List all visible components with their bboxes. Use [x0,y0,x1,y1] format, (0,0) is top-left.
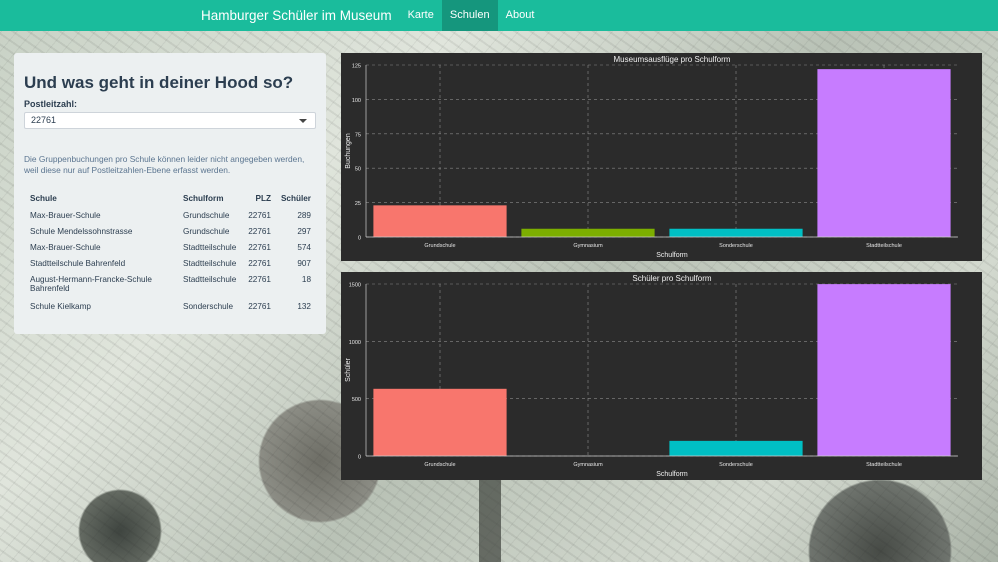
table-row: Stadtteilschule Bahrenfeld Stadtteilschu… [28,259,311,275]
y-axis-label: Buchungen [345,133,352,169]
chart-title: Schüler pro Schulform [632,274,711,283]
x-tick-label: Grundschule [424,243,455,249]
booking-note: Die Gruppenbuchungen pro Schule können l… [24,154,305,175]
cell-schule: Max-Brauer-Schule [30,243,101,252]
y-tick-label: 25 [355,201,361,207]
x-axis-label: Schulform [656,252,688,259]
cell-schueler: 132 [297,302,311,311]
sidebar-panel: Und was geht in deiner Hood so? Postleit… [14,53,326,334]
y-tick-label: 50 [355,167,361,173]
cell-schueler: 574 [297,243,311,252]
cell-schulform: Stadtteilschule [183,259,237,268]
table-row: August-Hermann-Francke-Schule Bahrenfeld… [28,275,311,302]
postcode-label: Postleitzahl: [24,99,78,109]
x-tick-label: Gymnasium [573,462,603,468]
cell-plz: 22761 [248,259,271,268]
bar-gymnasium [521,228,655,237]
cell-schueler: 907 [297,259,311,268]
table-row: Max-Brauer-Schule Grundschule 22761 289 [28,211,311,227]
navbar: Hamburger Schüler im Museum Karte Schule… [0,0,998,31]
cell-schulform: Grundschule [183,227,230,236]
cell-schule: August-Hermann-Francke-Schule Bahrenfeld [30,275,152,293]
y-tick-label: 1500 [349,283,361,289]
y-tick-label: 500 [352,397,361,403]
x-tick-label: Sonderschule [719,462,753,468]
x-axis-label: Schulform [656,471,688,478]
cell-plz: 22761 [248,227,271,236]
bar-stadtteilschule [817,69,951,238]
navbar-brand[interactable]: Hamburger Schüler im Museum [201,0,392,31]
cell-schueler: 18 [301,275,311,284]
caret-down-icon [299,119,307,123]
header-schulform[interactable]: Schulform [181,194,243,211]
chart-card-bookings: 0 25 50 75 100 125 Grundschule Gymnasium Sonders… [341,53,982,261]
x-tick-label: Stadtteilschule [866,462,902,468]
table-row: Schule Kielkamp Sonderschule 22761 132 [28,302,311,318]
bar-grundschule [373,205,507,237]
table-row: Max-Brauer-Schule Stadtteilschule 22761 … [28,243,311,259]
y-axis-label: Schüler [345,357,352,381]
cell-plz: 22761 [248,243,271,252]
y-tick-label: 125 [352,64,361,70]
header-plz[interactable]: PLZ [243,194,271,211]
bar-grundschule [373,388,507,456]
cell-plz: 22761 [248,211,271,220]
cell-schulform: Stadtteilschule [183,243,237,252]
y-tick-label: 100 [352,98,361,104]
y-tick-label: 75 [355,132,361,138]
schools-table: Schule Schulform PLZ Schüler Max-Brauer-… [28,194,311,318]
cell-plz: 22761 [248,275,271,284]
chart-card-students: 0 500 1000 1500 Grundschule Gymnasium Sondersc… [341,272,982,480]
cell-schulform: Sonderschule [183,302,234,311]
x-tick-label: Sonderschule [719,243,753,249]
cell-schule: Schule Mendelssohnstrasse [30,227,133,236]
cell-schulform: Stadtteilschule [183,275,237,284]
y-tick-label: 1000 [349,340,361,346]
y-tick-label: 0 [358,236,361,242]
cell-schueler: 297 [297,227,311,236]
sidebar-title: Und was geht in deiner Hood so? [24,73,294,92]
cell-schule: Schule Kielkamp [30,302,91,311]
header-schueler[interactable]: Schüler [271,194,311,211]
postcode-select[interactable]: 22761 [24,112,316,129]
y-tick-label: 0 [358,455,361,461]
table-header-row: Schule Schulform PLZ Schüler [28,194,311,211]
x-tick-label: Grundschule [424,462,455,468]
bar-sonderschule [669,440,803,456]
header-schule[interactable]: Schule [28,194,181,211]
cell-schulform: Grundschule [183,211,230,220]
x-tick-label: Stadtteilschule [866,243,902,249]
bar-sonderschule [669,228,803,237]
nav-tab-schulen[interactable]: Schulen [441,0,498,31]
table-row: Schule Mendelssohnstrasse Grundschule 22… [28,227,311,243]
nav-tab-karte[interactable]: Karte [400,0,442,31]
cell-plz: 22761 [248,302,271,311]
bookings-bar-chart: 0 25 50 75 100 125 Grundschule Gymnasium Sonders… [345,55,958,259]
nav-tab-about[interactable]: About [498,0,543,31]
x-tick-label: Gymnasium [573,243,603,249]
cell-schueler: 289 [297,211,311,220]
cell-schule: Max-Brauer-Schule [30,211,101,220]
cell-schule: Stadtteilschule Bahrenfeld [30,259,126,268]
chart-title: Museumsausflüge pro Schulform [614,55,731,64]
postcode-value: 22761 [31,115,57,125]
bar-stadtteilschule [817,284,951,456]
students-bar-chart: 0 500 1000 1500 Grundschule Gymnasium Sondersc… [345,274,958,478]
